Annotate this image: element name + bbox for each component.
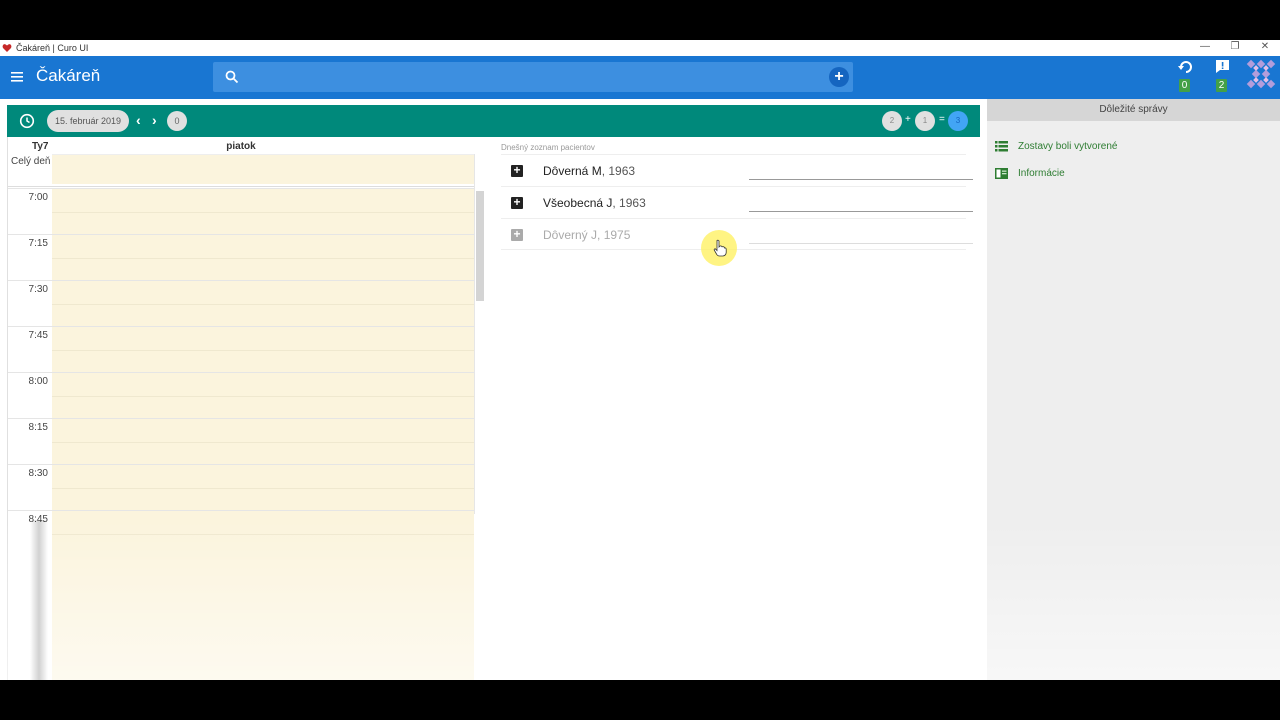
panel-title: Dôležité správy — [987, 99, 1280, 121]
panel-item-label: Informácie — [1018, 168, 1065, 179]
date-chip[interactable]: 15. február 2019 — [47, 110, 129, 132]
window-title: Čakáreň | Curo UI — [16, 43, 89, 53]
info-card-icon — [995, 168, 1008, 179]
time-slot-row[interactable]: 7:45 — [8, 326, 474, 372]
half-slot-divider — [52, 304, 474, 305]
half-slot-divider — [52, 396, 474, 397]
patient-note-line — [749, 243, 973, 244]
time-slot-row[interactable]: 7:00 — [8, 188, 474, 234]
patient-year: , 1963 — [612, 196, 646, 210]
time-label: 8:15 — [28, 422, 48, 433]
messages-badge: 2 — [1216, 79, 1227, 92]
patient-row[interactable]: + Všeobecná J, 1963 — [501, 186, 973, 218]
time-label: 7:45 — [28, 330, 48, 341]
add-patient-icon[interactable]: + — [511, 228, 523, 241]
patient-text: Dôverný J, 1975 — [543, 228, 630, 242]
patient-text: Dôverná M, 1963 — [543, 164, 635, 178]
calendar-scrollbar[interactable] — [476, 191, 484, 301]
clock-icon[interactable] — [19, 113, 35, 129]
patient-year: , 1963 — [601, 164, 636, 178]
messages-button[interactable]: 2 — [1211, 58, 1235, 94]
count-chip-total: 3 — [948, 111, 968, 131]
patient-list-title: Dnešný zoznam pacientov — [501, 143, 595, 152]
half-slot-divider — [52, 258, 474, 259]
restore-icon[interactable]: ❐ — [1220, 40, 1250, 56]
minimize-icon[interactable]: — — [1190, 40, 1220, 56]
day-calendar: Ty7 piatok Celý deň 7:00 7:15 7:30 7:45 8:00… — [7, 137, 484, 680]
sync-badge: 0 — [1179, 79, 1190, 92]
time-label: 8:00 — [28, 376, 48, 387]
search-icon — [225, 70, 239, 84]
allday-slot[interactable] — [52, 154, 474, 184]
sync-icon — [1178, 61, 1192, 73]
time-label: 7:00 — [28, 192, 48, 203]
message-alert-icon — [1216, 60, 1229, 73]
calendar-divider — [474, 154, 475, 514]
prev-day-icon[interactable]: ‹ — [136, 112, 141, 128]
sync-button[interactable]: 0 — [1174, 58, 1198, 94]
page-title: Čakáreň — [36, 66, 101, 85]
time-label: 7:30 — [28, 284, 48, 295]
half-slot-divider — [52, 534, 474, 535]
time-slot-row[interactable]: 8:00 — [8, 372, 474, 418]
half-slot-divider — [52, 212, 474, 213]
time-slots: 7:00 7:15 7:30 7:45 8:00 8:15 8:30 8:45 — [8, 188, 474, 680]
plus-operator: + — [905, 114, 911, 125]
add-patient-icon[interactable]: + — [511, 164, 523, 177]
add-button[interactable]: + — [829, 67, 849, 87]
time-slot-row[interactable]: 8:15 — [8, 418, 474, 464]
app-bar: Čakáreň + 0 2 — [0, 56, 1280, 99]
time-slot-row[interactable]: 7:30 — [8, 280, 474, 326]
next-day-icon[interactable]: › — [152, 112, 157, 128]
allday-label: Celý deň — [11, 156, 51, 167]
count-chip-b: 1 — [915, 111, 935, 131]
time-label: 8:45 — [28, 514, 48, 525]
schedule-toolbar: 15. február 2019 ‹ › 0 2 + 1 = 3 — [7, 105, 980, 137]
patient-row[interactable]: + Dôverná M, 1963 — [501, 154, 973, 186]
day-label: piatok — [226, 141, 256, 152]
add-patient-icon[interactable]: + — [511, 196, 523, 209]
patient-name: Dôverný J — [543, 228, 598, 242]
app-heart-icon — [2, 44, 12, 52]
time-slot-row[interactable]: 7:15 — [8, 234, 474, 280]
patient-text: Všeobecná J, 1963 — [543, 196, 646, 210]
count-chip-a: 2 — [882, 111, 902, 131]
allday-divider — [8, 184, 474, 187]
time-label: 8:30 — [28, 468, 48, 479]
search-bar: + — [213, 62, 853, 92]
user-avatar-icon[interactable] — [1244, 57, 1278, 91]
patient-note-line — [749, 211, 973, 212]
half-slot-divider — [52, 488, 474, 489]
patient-name: Všeobecná J — [543, 196, 613, 210]
time-label: 7:15 — [28, 238, 48, 249]
patient-name: Dôverná M — [543, 164, 602, 178]
equals-operator: = — [939, 114, 945, 125]
hand-cursor-icon — [713, 239, 727, 257]
half-slot-divider — [52, 442, 474, 443]
calendar-header: Ty7 piatok — [8, 141, 474, 155]
patient-list: Dnešný zoznam pacientov + Dôverná M, 196… — [487, 137, 980, 680]
time-slot-row[interactable]: 8:30 — [8, 464, 474, 510]
half-slot-divider — [52, 350, 474, 351]
patient-year: , 1975 — [597, 228, 631, 242]
window-controls: — ❐ ✕ — [1190, 40, 1280, 56]
window-titlebar: Čakáreň | Curo UI — ❐ ✕ — [0, 40, 1280, 56]
patient-note-line — [749, 179, 973, 180]
close-icon[interactable]: ✕ — [1250, 40, 1280, 56]
search-input[interactable] — [249, 66, 819, 88]
list-icon — [995, 141, 1008, 152]
hamburger-menu-icon[interactable] — [10, 69, 26, 85]
zero-count-chip[interactable]: 0 — [167, 111, 187, 131]
important-messages-panel: Dôležité správy Zostavy boli vytvorené I… — [987, 99, 1280, 680]
panel-item-label: Zostavy boli vytvorené — [1018, 141, 1118, 152]
app-screen: Čakáreň | Curo UI — ❐ ✕ Čakáreň + 0 2 15… — [0, 40, 1280, 680]
time-slot-row[interactable]: 8:45 — [8, 510, 474, 556]
